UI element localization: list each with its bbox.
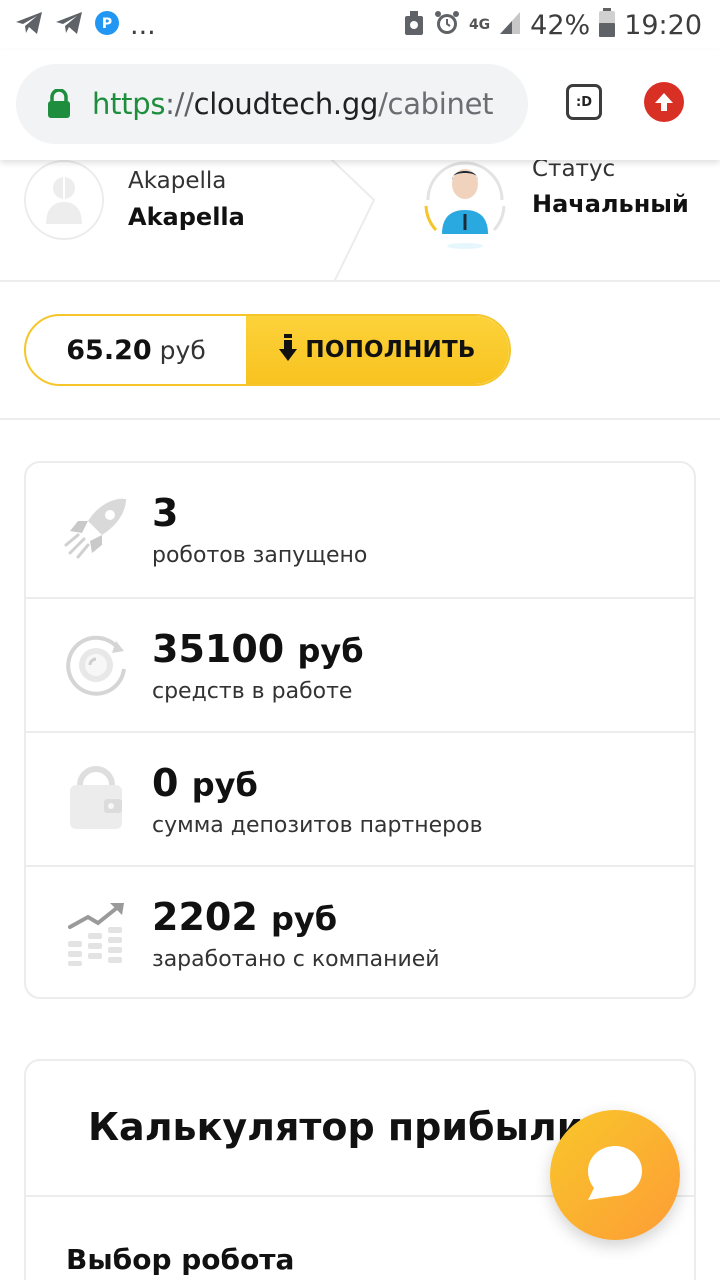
robot-select-label: Выбор робота <box>66 1243 295 1276</box>
calculator-title: Калькулятор прибыли <box>88 1105 584 1149</box>
stat-number: 3 <box>152 491 179 535</box>
chat-button[interactable] <box>550 1110 680 1240</box>
stat-label: роботов запущено <box>152 543 368 568</box>
stat-number: 2202 <box>152 895 258 939</box>
topup-label: ПОПОЛНИТЬ <box>305 337 476 363</box>
coin-cycle-icon <box>64 629 130 699</box>
stat-partner-deposits: 0 руб сумма депозитов партнеров <box>26 731 694 865</box>
balance-display: 65.20 руб <box>26 316 246 384</box>
stat-number: 0 <box>152 761 179 805</box>
stat-robots: 3 роботов запущено <box>26 463 694 597</box>
balance-currency: руб <box>159 335 206 365</box>
url-scheme: https <box>92 87 166 121</box>
stats-card: 3 роботов запущено 35100 руб средств в р… <box>24 461 696 999</box>
address-bar[interactable]: https://cloudtech.gg/cabinet <box>16 64 528 144</box>
stat-label: средств в работе <box>152 679 353 704</box>
battery-percent: 42% <box>530 9 591 41</box>
stat-earned: 2202 руб заработано с компанией <box>26 865 694 997</box>
stat-value: 0 руб <box>152 761 258 805</box>
stat-unit: руб <box>271 900 338 938</box>
balance-widget: 65.20 руб ПОПОЛНИТЬ <box>24 314 511 386</box>
status-value: Начальный <box>532 190 689 218</box>
browser-toolbar: https://cloudtech.gg/cabinet :D <box>0 50 720 160</box>
clock: 19:20 <box>624 9 702 41</box>
stat-unit: руб <box>191 766 258 804</box>
stat-value: 35100 руб <box>152 627 364 671</box>
more-notifications: ... <box>130 9 156 41</box>
balance-section: 65.20 руб ПОПОЛНИТЬ <box>0 282 720 420</box>
stat-value: 3 <box>152 491 178 535</box>
avatar[interactable] <box>24 160 104 240</box>
download-arrow-icon <box>279 334 298 366</box>
wallet-icon <box>64 763 130 833</box>
network-type: 4G <box>468 17 491 33</box>
stat-funds: 35100 руб средств в работе <box>26 597 694 731</box>
profile-header: Akapella Akapella Статус Начальный <box>0 156 720 282</box>
battery-icon <box>598 8 616 42</box>
chevron-divider <box>330 160 376 282</box>
stat-label: сумма депозитов партнеров <box>152 813 483 838</box>
lock-icon <box>46 88 72 119</box>
telegram-icon <box>54 10 84 40</box>
topup-button[interactable]: ПОПОЛНИТЬ <box>246 316 509 384</box>
stat-value: 2202 руб <box>152 895 337 939</box>
url-path: /cabinet <box>378 87 494 121</box>
url-separator: :// <box>165 87 194 121</box>
chat-bubble-icon <box>584 1142 646 1208</box>
user-status-icon <box>420 160 510 252</box>
profile-login: Akapella <box>128 168 227 194</box>
svg-text:P: P <box>102 16 112 32</box>
signal-icon <box>498 10 522 40</box>
url-text: https://cloudtech.gg/cabinet <box>92 87 494 121</box>
url-host: cloudtech.gg <box>193 87 379 121</box>
profile-name: Akapella <box>128 203 245 231</box>
stat-unit: руб <box>297 632 364 670</box>
balance-amount: 65.20 <box>66 334 152 366</box>
rocket-icon <box>64 493 130 563</box>
telegram-icon <box>14 10 44 40</box>
upload-icon[interactable] <box>644 82 684 122</box>
stat-label: заработано с компанией <box>152 947 440 972</box>
status-bar: P ... 4G 42% 19:20 <box>0 0 720 50</box>
stat-number: 35100 <box>152 627 285 671</box>
recycle-icon <box>403 10 425 40</box>
growth-chart-icon <box>64 897 130 967</box>
alarm-icon <box>433 9 461 41</box>
tab-switcher-button[interactable]: :D <box>566 84 602 120</box>
parking-icon: P <box>94 10 120 40</box>
tab-switcher-label: :D <box>576 94 592 110</box>
